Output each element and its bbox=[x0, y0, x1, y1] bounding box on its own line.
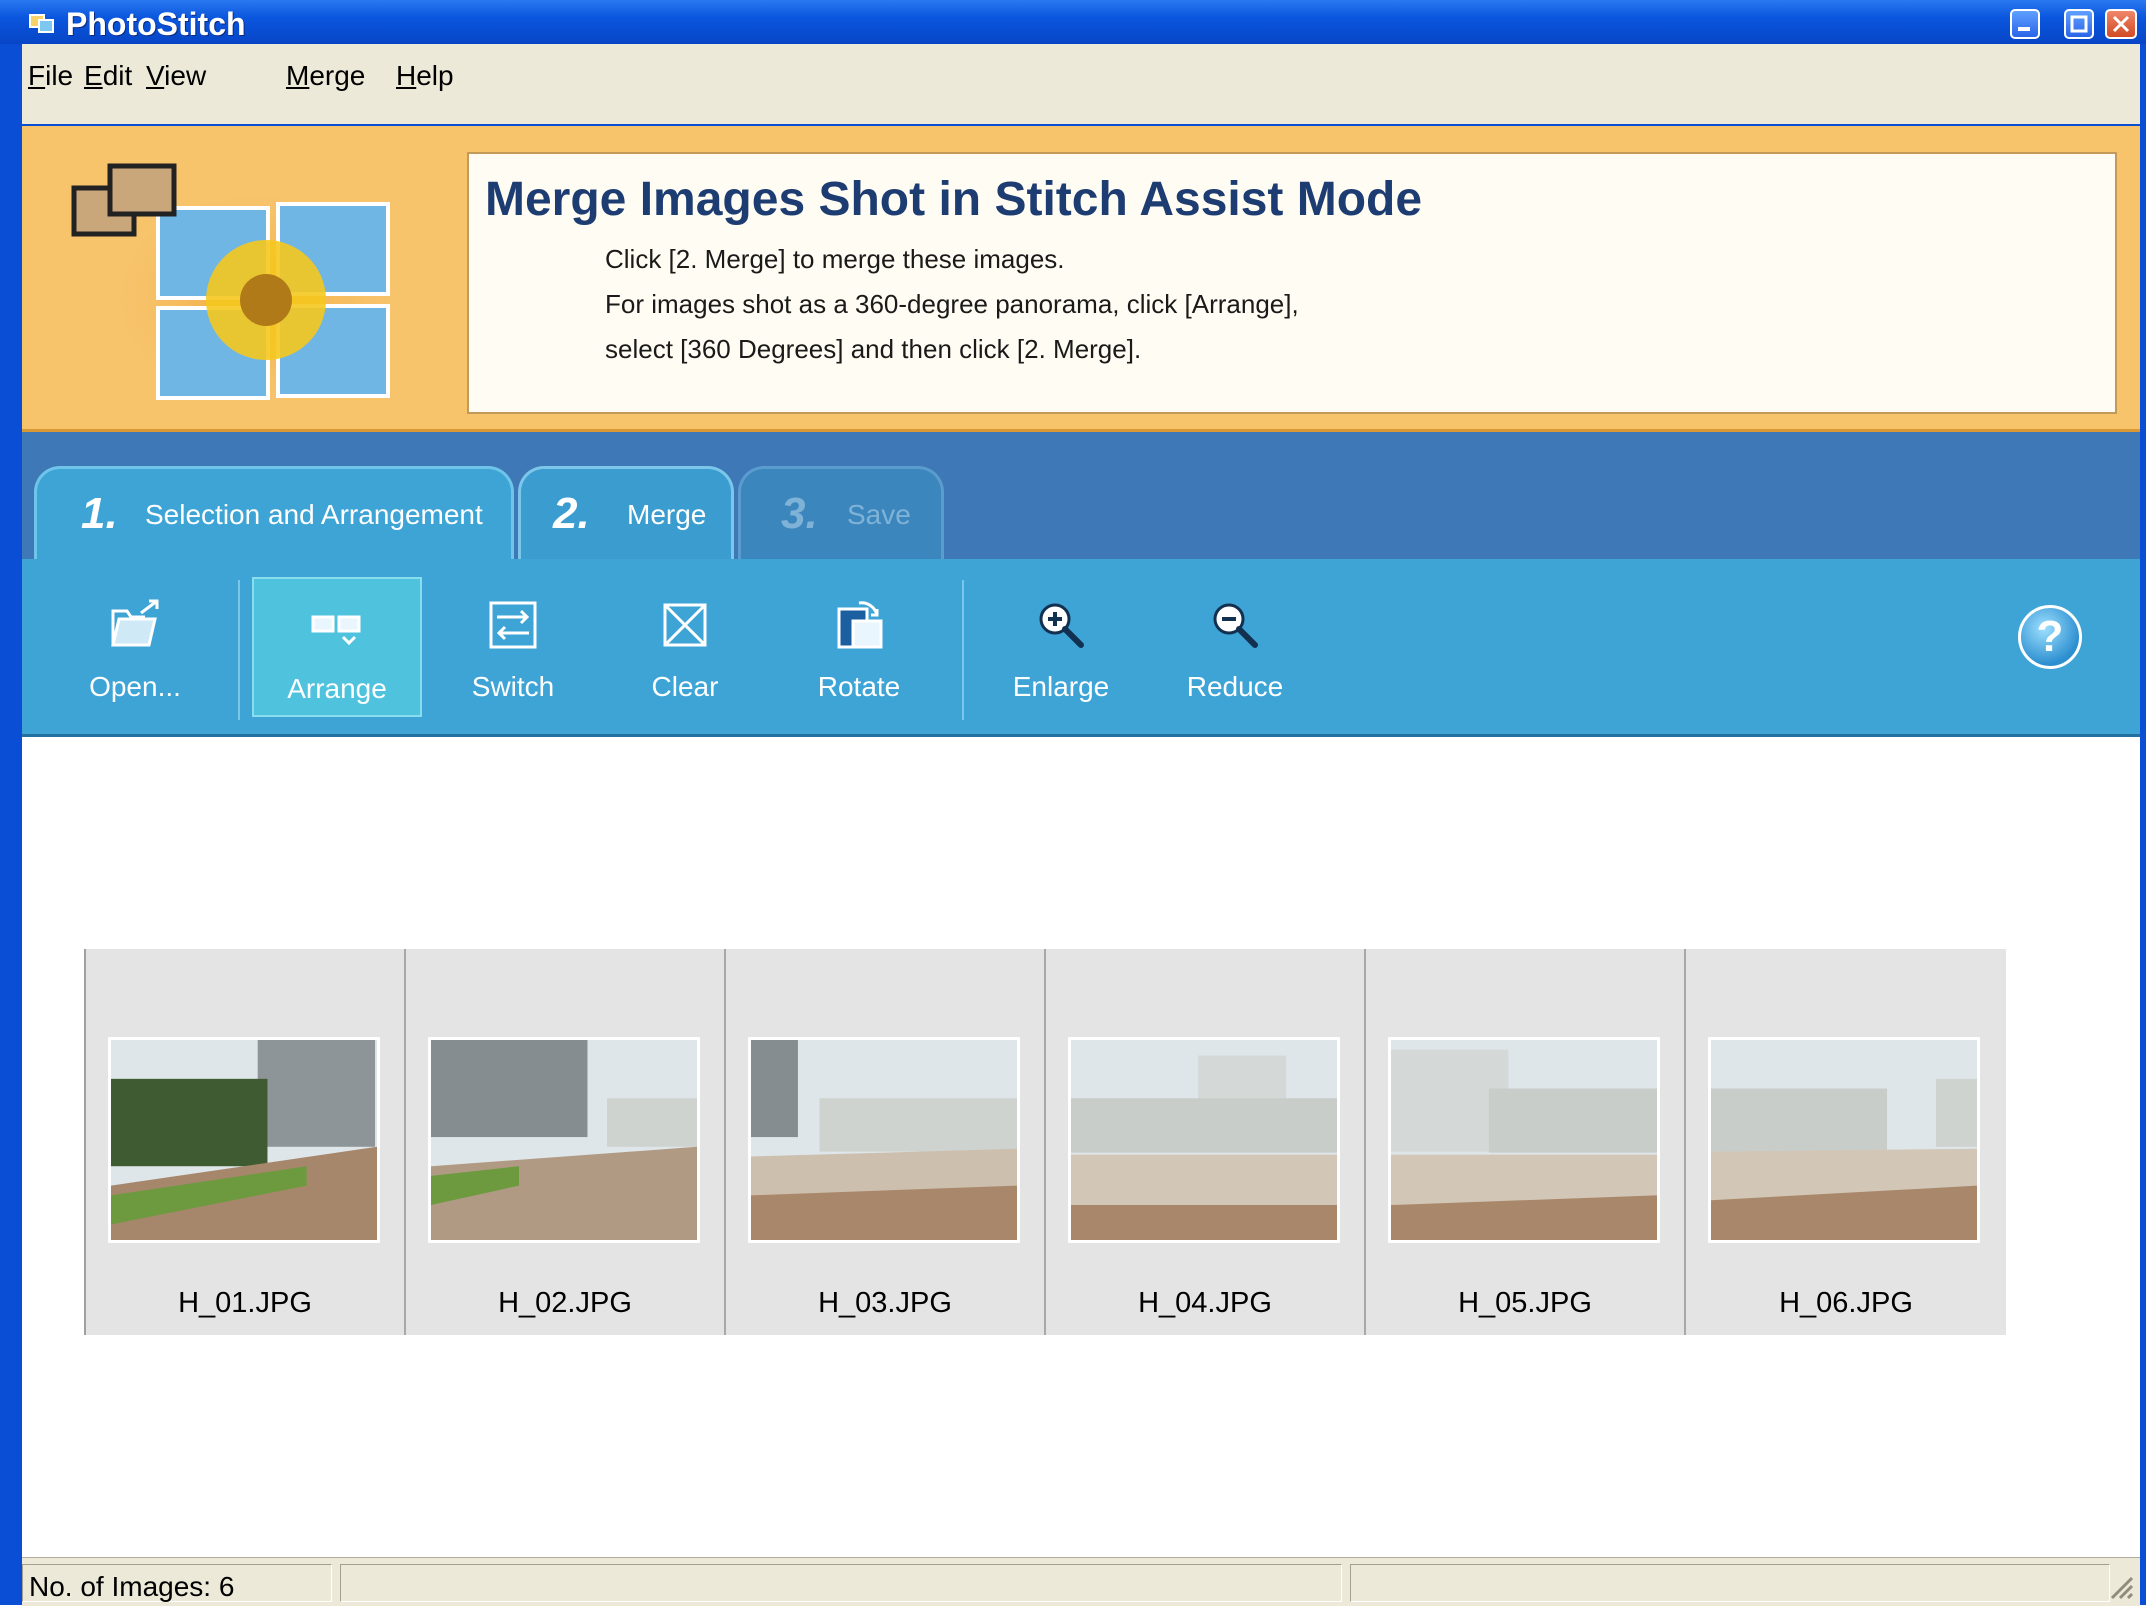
clear-label: Clear bbox=[651, 671, 719, 702]
maximize-icon bbox=[2070, 15, 2088, 33]
photo-thumbnail bbox=[1068, 1037, 1340, 1243]
tab-merge[interactable]: 2. Merge bbox=[518, 466, 734, 562]
status-cell-count: No. of Images: 6 bbox=[22, 1564, 332, 1602]
photo-thumbnail bbox=[1388, 1037, 1660, 1243]
instruction-panel: Merge Images Shot in Stitch Assist Mode … bbox=[467, 152, 2117, 414]
clear-button[interactable]: Clear bbox=[600, 577, 770, 717]
image-thumbnail[interactable]: H_05.JPG bbox=[1366, 949, 1686, 1335]
instruction-line-1: Click [2. Merge] to merge these images. bbox=[605, 244, 1065, 274]
rotate-button[interactable]: Rotate bbox=[774, 577, 944, 717]
menu-merge[interactable]: Merge bbox=[286, 60, 365, 92]
tab-label: Selection and Arrangement bbox=[145, 499, 483, 530]
enlarge-label: Enlarge bbox=[1012, 671, 1110, 702]
menu-view[interactable]: View bbox=[146, 60, 206, 92]
image-thumbnail[interactable]: H_06.JPG bbox=[1686, 949, 2006, 1335]
resize-grip-icon[interactable] bbox=[2104, 1570, 2134, 1600]
close-icon bbox=[2112, 15, 2130, 33]
image-filename: H_04.JPG bbox=[1138, 1287, 1272, 1319]
title-bar[interactable]: PhotoStitch bbox=[0, 0, 2146, 44]
tab-number: 2. bbox=[553, 489, 590, 538]
photo-thumbnail bbox=[108, 1037, 380, 1243]
header-banner: Merge Images Shot in Stitch Assist Mode … bbox=[22, 126, 2140, 432]
tab-label: Merge bbox=[627, 499, 707, 530]
image-filename: H_06.JPG bbox=[1779, 1287, 1913, 1319]
menu-file[interactable]: File bbox=[28, 60, 73, 92]
photostitch-app-icon bbox=[29, 14, 54, 33]
app-window: PhotoStitch File Edit View Merge Help Me… bbox=[0, 0, 2146, 1606]
menu-help[interactable]: Help bbox=[396, 60, 454, 92]
maximize-button[interactable] bbox=[2064, 9, 2094, 39]
image-thumbnail[interactable]: H_03.JPG bbox=[726, 949, 1046, 1335]
status-bar: No. of Images: 6 bbox=[22, 1557, 2140, 1606]
image-filename: H_02.JPG bbox=[498, 1287, 632, 1319]
photo-thumbnail bbox=[748, 1037, 1020, 1243]
zoom-in-icon bbox=[1039, 603, 1084, 648]
help-button[interactable]: ? bbox=[2018, 605, 2082, 669]
status-cell bbox=[340, 1564, 1342, 1602]
instruction-line-2: For images shot as a 360-degree panorama… bbox=[605, 289, 1299, 319]
photo-thumbnail bbox=[1708, 1037, 1980, 1243]
arrange-label: Arrange bbox=[287, 673, 387, 704]
enlarge-button[interactable]: Enlarge bbox=[976, 577, 1146, 717]
image-count: No. of Images: 6 bbox=[29, 1571, 235, 1602]
open-folder-icon bbox=[111, 599, 159, 647]
open-label: Open... bbox=[89, 671, 181, 702]
clear-icon bbox=[663, 603, 707, 647]
toolbar-divider bbox=[238, 580, 240, 720]
status-cell bbox=[1350, 1564, 2110, 1602]
instruction-line-3: select [360 Degrees] and then click [2. … bbox=[605, 334, 1142, 364]
stitch-illustration bbox=[71, 163, 416, 418]
banner-title: Merge Images Shot in Stitch Assist Mode bbox=[485, 173, 1423, 226]
toolbar-divider bbox=[962, 580, 964, 720]
arrange-button[interactable]: Arrange bbox=[252, 577, 422, 717]
switch-icon bbox=[489, 601, 537, 649]
image-thumbnail[interactable]: H_01.JPG bbox=[86, 949, 406, 1335]
image-thumbnail[interactable]: H_02.JPG bbox=[406, 949, 726, 1335]
arrange-icon bbox=[311, 615, 361, 646]
tab-number: 1. bbox=[81, 489, 118, 538]
open-button[interactable]: Open... bbox=[50, 577, 220, 717]
tab-save: 3. Save bbox=[738, 466, 944, 562]
switch-label: Switch bbox=[471, 671, 555, 702]
menu-bar: File Edit View Merge Help bbox=[22, 44, 2140, 124]
tab-label: Save bbox=[847, 499, 911, 530]
reduce-label: Reduce bbox=[1186, 671, 1284, 702]
switch-button[interactable]: Switch bbox=[428, 577, 598, 717]
image-filename: H_01.JPG bbox=[178, 1287, 312, 1319]
minimize-icon bbox=[2018, 27, 2030, 31]
rotate-label: Rotate bbox=[817, 671, 901, 702]
minimize-button[interactable] bbox=[2010, 9, 2040, 39]
menu-edit[interactable]: Edit bbox=[84, 60, 132, 92]
photo-thumbnail bbox=[428, 1037, 700, 1243]
image-filename: H_03.JPG bbox=[818, 1287, 952, 1319]
window-title: PhotoStitch bbox=[66, 6, 246, 42]
image-thumbnail[interactable]: H_04.JPG bbox=[1046, 949, 1366, 1335]
image-filename: H_05.JPG bbox=[1458, 1287, 1592, 1319]
rotate-icon bbox=[837, 601, 883, 649]
reduce-button[interactable]: Reduce bbox=[1150, 577, 1320, 717]
tab-selection-and-arrangement[interactable]: 1. Selection and Arrangement bbox=[34, 466, 514, 562]
tab-number: 3. bbox=[781, 489, 818, 538]
zoom-out-icon bbox=[1213, 603, 1258, 648]
close-button[interactable] bbox=[2105, 9, 2137, 39]
